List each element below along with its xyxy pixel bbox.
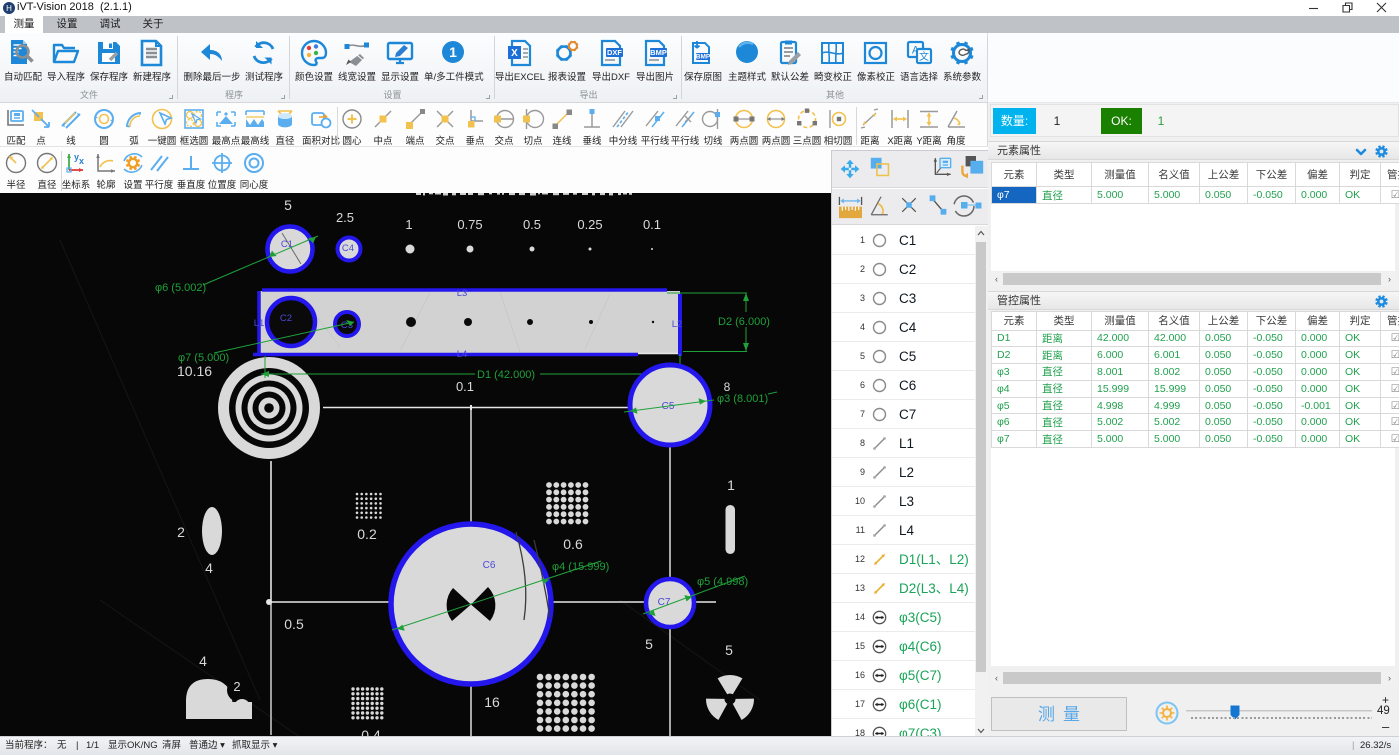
svg-text:4: 4 — [205, 560, 213, 576]
svg-text:2: 2 — [233, 679, 240, 694]
svg-text:BMP: BMP — [650, 48, 667, 57]
svg-text:5: 5 — [725, 642, 733, 658]
svg-text:2: 2 — [177, 524, 185, 540]
svg-text:2.5: 2.5 — [336, 210, 354, 225]
svg-text:C1: C1 — [281, 239, 293, 250]
svg-text:x: x — [79, 156, 84, 166]
svg-text:φ3 (8.001): φ3 (8.001) — [717, 393, 768, 405]
svg-text:文: 文 — [919, 50, 929, 63]
svg-text:DXF: DXF — [607, 48, 622, 57]
svg-text:L4: L4 — [457, 349, 468, 360]
svg-text:φ5 (4.998): φ5 (4.998) — [697, 576, 748, 588]
svg-text:L3: L3 — [457, 288, 468, 299]
svg-text:H: H — [6, 4, 12, 13]
svg-text:0.2: 0.2 — [357, 526, 377, 542]
svg-text:16: 16 — [484, 694, 500, 710]
svg-text:φ6 (5.002): φ6 (5.002) — [155, 282, 206, 294]
svg-text:L2: L2 — [672, 319, 683, 330]
svg-text:4: 4 — [199, 653, 207, 669]
svg-text:0.75: 0.75 — [457, 217, 482, 232]
svg-text:D1 (42.000): D1 (42.000) — [477, 369, 535, 381]
svg-text:D2 (6.000): D2 (6.000) — [718, 316, 770, 328]
svg-text:φ4 (15.999): φ4 (15.999) — [552, 561, 609, 573]
svg-text:C6: C6 — [483, 560, 496, 571]
svg-text:C4: C4 — [342, 243, 354, 254]
svg-text:X: X — [511, 48, 518, 59]
svg-text:1: 1 — [405, 217, 412, 232]
svg-text:0.6: 0.6 — [563, 536, 583, 552]
svg-text:0.5: 0.5 — [523, 217, 541, 232]
svg-text:8: 8 — [724, 380, 731, 394]
svg-text:L1: L1 — [254, 318, 265, 329]
svg-text:5: 5 — [645, 636, 653, 652]
svg-text:0.25: 0.25 — [577, 217, 602, 232]
svg-text:0.1: 0.1 — [643, 217, 661, 232]
svg-text:0.1: 0.1 — [456, 379, 474, 394]
svg-text:5: 5 — [284, 197, 292, 213]
svg-text:0.5: 0.5 — [284, 616, 304, 632]
svg-text:BMP: BMP — [696, 53, 711, 60]
svg-text:1: 1 — [727, 477, 735, 493]
svg-text:10.16: 10.16 — [177, 363, 212, 379]
svg-text:C2: C2 — [280, 313, 292, 324]
svg-text:1: 1 — [449, 44, 457, 60]
